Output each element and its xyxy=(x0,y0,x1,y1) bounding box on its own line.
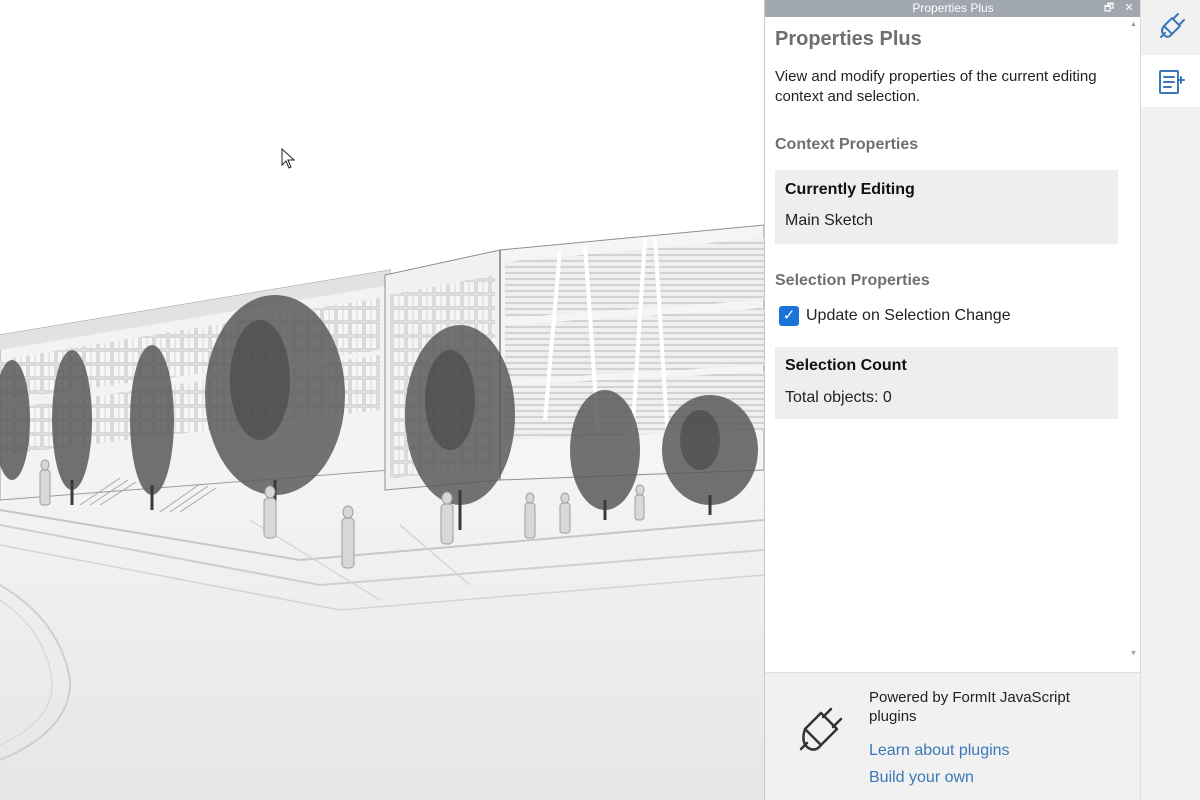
restore-window-button[interactable]: 🗗 xyxy=(1102,0,1116,17)
context-properties-heading: Context Properties xyxy=(775,136,919,153)
panel-heading: Properties Plus xyxy=(775,28,922,50)
scroll-up-icon[interactable]: ▲ xyxy=(1130,21,1137,28)
powered-by-text: Powered by FormIt JavaScript plugins xyxy=(869,689,1070,725)
panel-window-title: Properties Plus xyxy=(912,1,994,15)
selection-count-label: Selection Count xyxy=(785,357,907,374)
building-render xyxy=(0,147,764,800)
plug-icon xyxy=(799,707,843,751)
plugin-manager-icon xyxy=(1160,13,1185,38)
restore-icon: 🗗 xyxy=(1103,2,1115,14)
mouse-cursor xyxy=(281,147,296,169)
close-window-button[interactable]: ✕ xyxy=(1122,0,1136,17)
close-icon: ✕ xyxy=(1124,2,1134,14)
currently-editing-label: Currently Editing xyxy=(785,181,915,198)
panel-scrollbar[interactable]: ▲ ▼ xyxy=(1127,17,1140,662)
panel-description: View and modify properties of the curren… xyxy=(775,68,1097,105)
checkmark-icon: ✓ xyxy=(782,307,796,324)
properties-plus-panel: Properties Plus 🗗 ✕ ▲ ▼ Properties Plus … xyxy=(764,0,1141,800)
currently-editing-value: Main Sketch xyxy=(785,212,874,229)
properties-plus-icon xyxy=(1159,70,1185,94)
panel-titlebar[interactable]: Properties Plus 🗗 ✕ xyxy=(765,0,1141,17)
build-your-own-link[interactable]: Build your own xyxy=(869,769,974,787)
learn-about-plugins-link[interactable]: Learn about plugins xyxy=(869,742,1010,760)
properties-plus-button[interactable] xyxy=(1141,55,1200,107)
3d-viewport[interactable] xyxy=(0,0,764,800)
panel-footer: Powered by FormIt JavaScript plugins Lea… xyxy=(765,672,1141,800)
selection-count-value: Total objects: 0 xyxy=(785,389,892,406)
update-on-selection-change-checkbox[interactable]: ✓ xyxy=(779,306,799,326)
right-toolbar xyxy=(1140,0,1200,800)
plugin-manager-button[interactable] xyxy=(1141,0,1200,52)
update-on-selection-change-label[interactable]: Update on Selection Change xyxy=(806,307,1011,325)
selection-count-card: Selection Count Total objects: 0 xyxy=(775,347,1118,419)
currently-editing-card: Currently Editing Main Sketch xyxy=(775,170,1118,244)
scroll-down-icon[interactable]: ▼ xyxy=(1130,650,1137,657)
selection-properties-heading: Selection Properties xyxy=(775,272,930,289)
